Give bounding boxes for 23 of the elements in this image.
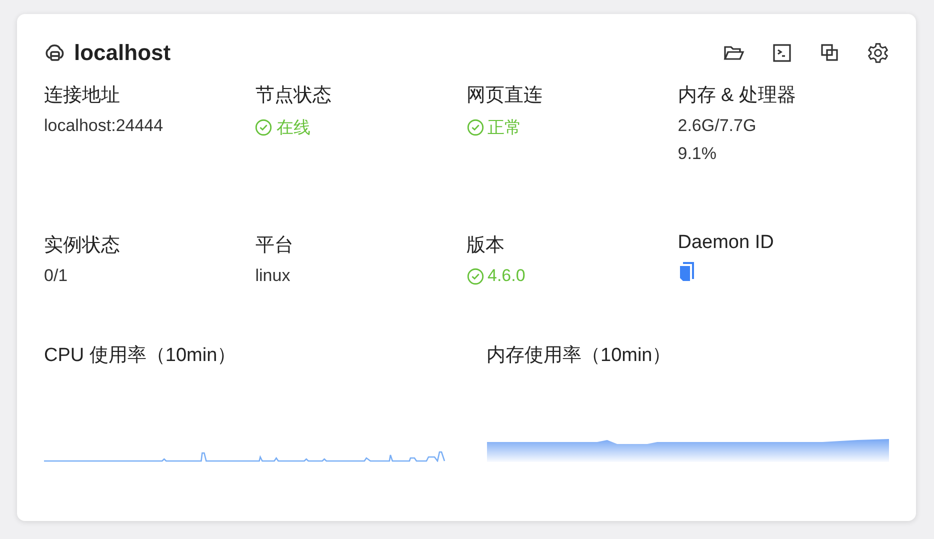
field-label: 节点状态 xyxy=(255,84,332,108)
field-label: 版本 xyxy=(466,234,504,258)
field-label: 连接地址 xyxy=(44,84,120,108)
field-label: 平台 xyxy=(255,234,294,258)
check-circle-icon xyxy=(466,268,484,284)
field-value: 0/1 xyxy=(44,266,68,286)
field-label: 网页直连 xyxy=(466,84,542,108)
field-label: 内存 & 处理器 xyxy=(678,84,796,108)
field-value: 2.6G/7.7G xyxy=(678,116,756,136)
field-label: Daemon ID xyxy=(678,232,774,254)
check-circle-icon xyxy=(466,119,484,136)
field-value: linux xyxy=(255,266,290,286)
check-circle-icon xyxy=(255,119,272,136)
status-text: 正常 xyxy=(488,117,522,139)
field-value: 9.1% xyxy=(678,144,716,164)
chart-title: 内存使用率（10min） xyxy=(486,344,672,368)
node-title: localhost xyxy=(74,40,171,66)
status-text: 4.6.0 xyxy=(488,266,526,286)
status-text: 在线 xyxy=(276,117,310,139)
field-label: 实例状态 xyxy=(44,234,120,258)
chart-title: CPU 使用率（10min） xyxy=(44,344,236,368)
cloud-server-icon xyxy=(44,43,66,63)
field-value: localhost:24444 xyxy=(44,116,164,136)
